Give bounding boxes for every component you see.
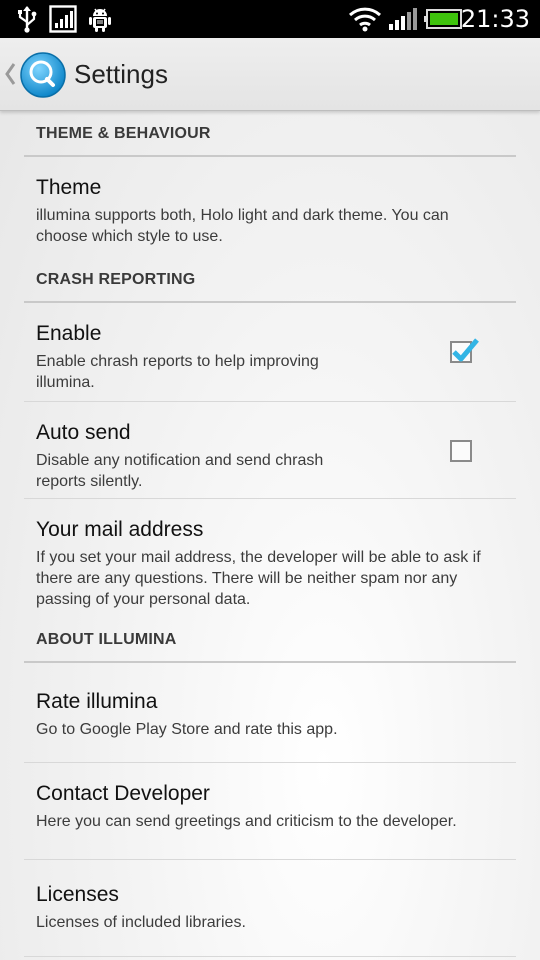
checkmark-icon	[452, 338, 479, 362]
settings-list[interactable]: THEME & BEHAVIOUR Theme illumina support…	[0, 111, 540, 960]
enable-checkbox[interactable]	[450, 338, 479, 363]
pref-title: Theme	[36, 176, 102, 199]
pref-title: Your mail address	[36, 518, 204, 541]
pref-title: Contact Developer	[36, 782, 210, 805]
status-bar: 21:33	[0, 0, 540, 38]
auto-send-checkbox[interactable]	[450, 440, 472, 462]
battery-icon	[424, 0, 462, 38]
pref-mail-address[interactable]: Your mail address If you set your mail a…	[24, 499, 516, 617]
cell-signal-icon	[386, 0, 418, 38]
pref-theme[interactable]: Theme illumina supports both, Holo light…	[24, 157, 516, 257]
section-header-theme: THEME & BEHAVIOUR	[24, 111, 516, 157]
pref-auto-send[interactable]: Auto send Disable any notification and s…	[24, 402, 516, 499]
section-header-about: ABOUT ILLUMINA	[24, 617, 516, 663]
pref-title: Rate illumina	[36, 690, 158, 713]
up-caret-icon[interactable]	[4, 60, 16, 88]
android-debug-icon	[86, 0, 114, 38]
section-header-label: ABOUT ILLUMINA	[36, 631, 177, 648]
page-title: Settings	[74, 59, 168, 89]
status-time: 21:33	[460, 5, 530, 33]
section-header-label: CRASH REPORTING	[36, 271, 196, 288]
lightbulb-app-icon[interactable]	[20, 52, 66, 98]
section-header-label: THEME & BEHAVIOUR	[36, 125, 211, 142]
signal-box-icon	[48, 0, 78, 38]
pref-title: Enable	[36, 322, 102, 345]
pref-summary: Here you can send greetings and criticis…	[36, 813, 457, 830]
usb-icon	[14, 0, 40, 38]
wifi-icon	[348, 0, 382, 38]
pref-title: Auto send	[36, 421, 131, 444]
pref-enable[interactable]: Enable Enable chrash reports to help imp…	[24, 303, 516, 402]
pref-summary: Disable any notification and send chrash…	[36, 452, 324, 490]
pref-summary: illumina supports both, Holo light and d…	[36, 207, 449, 245]
section-header-crash: CRASH REPORTING	[24, 257, 516, 303]
pref-contact-developer[interactable]: Contact Developer Here you can send gree…	[24, 763, 516, 860]
pref-summary: Licenses of included libraries.	[36, 914, 246, 931]
pref-rate[interactable]: Rate illumina Go to Google Play Store an…	[24, 663, 516, 763]
pref-licenses[interactable]: Licenses Licenses of included libraries.	[24, 860, 516, 957]
pref-summary: Enable chrash reports to help improving …	[36, 353, 319, 391]
pref-title: Licenses	[36, 883, 119, 906]
action-bar: Settings	[0, 38, 540, 111]
pref-summary: Go to Google Play Store and rate this ap…	[36, 721, 338, 738]
pref-summary: If you set your mail address, the develo…	[36, 549, 481, 608]
